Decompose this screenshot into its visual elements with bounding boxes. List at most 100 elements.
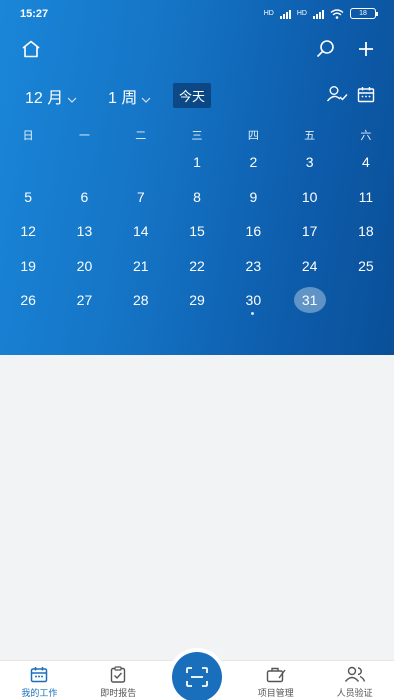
tab-project-management[interactable]: 项目管理: [236, 661, 315, 700]
add-icon[interactable]: [355, 38, 377, 60]
day-number: 2: [249, 154, 258, 171]
day-number: 10: [301, 188, 318, 205]
day-number: 7: [136, 188, 145, 205]
day-cell[interactable]: 23: [225, 249, 281, 284]
day-cell[interactable]: 5: [0, 180, 56, 215]
empty-day-cell: [0, 145, 56, 180]
day-number: 22: [189, 257, 205, 274]
scan-button[interactable]: [172, 652, 222, 700]
day-number: 13: [76, 223, 93, 240]
chevron-down-icon: [141, 97, 151, 103]
day-number: 4: [362, 154, 370, 171]
event-dot: [251, 311, 255, 315]
day-cell[interactable]: 25: [338, 249, 394, 284]
calendar-icon[interactable]: [356, 84, 376, 104]
calendar-grid: 1 2 3 4 5 6 7 8 9 10 11 12 13 14 15 16 17 18 19 20 21 22 23 24 2…: [0, 145, 394, 318]
empty-day-cell: [56, 145, 112, 180]
home-icon[interactable]: [20, 38, 42, 60]
weekday-label: 五: [304, 130, 316, 142]
day-cell[interactable]: 9: [225, 180, 281, 215]
day-cell[interactable]: 20: [56, 249, 112, 284]
day-number: 21: [132, 257, 149, 274]
month-label: 12 月: [25, 90, 64, 107]
person-check-icon[interactable]: [326, 84, 348, 104]
day-number: 18: [358, 223, 374, 240]
signal-icon: [279, 9, 291, 19]
toolbox-icon: [266, 667, 286, 683]
day-number: 28: [132, 292, 149, 309]
status-time: 15:27: [20, 8, 49, 20]
day-cell[interactable]: 22: [169, 249, 225, 284]
day-cell[interactable]: 11: [338, 180, 394, 215]
today-button[interactable]: 今天: [173, 83, 212, 108]
day-cell[interactable]: 10: [281, 180, 337, 215]
day-cell[interactable]: 14: [113, 214, 169, 249]
day-number: 11: [358, 188, 374, 205]
day-number: 24: [301, 257, 318, 274]
day-cell[interactable]: 8: [169, 180, 225, 215]
day-cell[interactable]: 16: [225, 214, 281, 249]
weekday-label: 六: [360, 130, 372, 142]
month-selector[interactable]: 12 月: [25, 84, 77, 108]
day-cell[interactable]: 13: [56, 214, 112, 249]
day-cell[interactable]: 12: [0, 214, 56, 249]
tab-label: 我的工作: [21, 688, 58, 698]
day-cell[interactable]: 30: [225, 283, 281, 318]
day-number: 27: [76, 292, 93, 309]
day-number: 16: [245, 223, 262, 240]
tab-instant-report[interactable]: 即时报告: [79, 661, 158, 700]
day-cell[interactable]: 31: [281, 283, 337, 318]
people-icon: [344, 666, 365, 682]
chevron-down-icon: [67, 97, 77, 103]
wifi-icon: [330, 8, 344, 19]
day-cell[interactable]: 21: [113, 249, 169, 284]
weekday-label: 三: [191, 130, 203, 142]
day-number: 12: [20, 223, 36, 240]
network-hd-1: HD: [263, 10, 274, 17]
day-number: 23: [245, 257, 262, 274]
tab-my-work[interactable]: 我的工作: [0, 661, 79, 700]
day-cell[interactable]: 26: [0, 283, 56, 318]
day-cell[interactable]: 17: [281, 214, 337, 249]
signal-icon-2: [313, 9, 324, 19]
weekday-header: 日一二三四五六: [0, 127, 394, 143]
day-number: 30: [245, 292, 262, 309]
day-cell[interactable]: 3: [281, 145, 337, 180]
day-number: 9: [249, 188, 258, 205]
battery-level: 18: [359, 10, 367, 17]
weekday-label: 二: [135, 130, 147, 142]
day-cell[interactable]: 6: [56, 180, 112, 215]
calendar-header: 15:27 HD HD 18 12 月 1 周 今天 日一二三四五六 12345…: [0, 0, 394, 355]
day-number: 20: [76, 257, 93, 274]
day-cell[interactable]: 19: [0, 249, 56, 284]
day-cell[interactable]: 28: [113, 283, 169, 318]
status-bar: 15:27 HD HD 18: [0, 0, 394, 30]
day-number: 29: [189, 292, 205, 309]
day-cell[interactable]: 27: [56, 283, 112, 318]
day-number: 1: [193, 154, 201, 171]
day-cell[interactable]: 4: [338, 145, 394, 180]
day-cell[interactable]: 18: [338, 214, 394, 249]
day-cell[interactable]: 24: [281, 249, 337, 284]
tab-personnel-verification[interactable]: 人员验证: [315, 661, 394, 700]
weekday-label: 四: [247, 130, 259, 142]
scan-icon: [186, 667, 208, 687]
search-icon[interactable]: [314, 38, 336, 60]
day-cell[interactable]: 1: [169, 145, 225, 180]
day-cell[interactable]: 29: [169, 283, 225, 318]
day-cell[interactable]: 7: [113, 180, 169, 215]
day-cell[interactable]: 2: [225, 145, 281, 180]
day-number: 17: [301, 223, 318, 240]
network-hd-2: HD: [296, 10, 307, 17]
tab-label: 即时报告: [100, 688, 137, 698]
empty-day-cell: [338, 283, 394, 318]
day-number: 26: [20, 292, 36, 309]
day-number: 14: [132, 223, 149, 240]
calendar-icon: [31, 667, 48, 683]
day-number: 15: [189, 223, 205, 240]
battery-icon: 18: [350, 8, 378, 19]
empty-day-cell: [113, 145, 169, 180]
day-cell[interactable]: 15: [169, 214, 225, 249]
week-selector[interactable]: 1 周: [108, 84, 151, 108]
day-number: 31: [293, 287, 326, 314]
